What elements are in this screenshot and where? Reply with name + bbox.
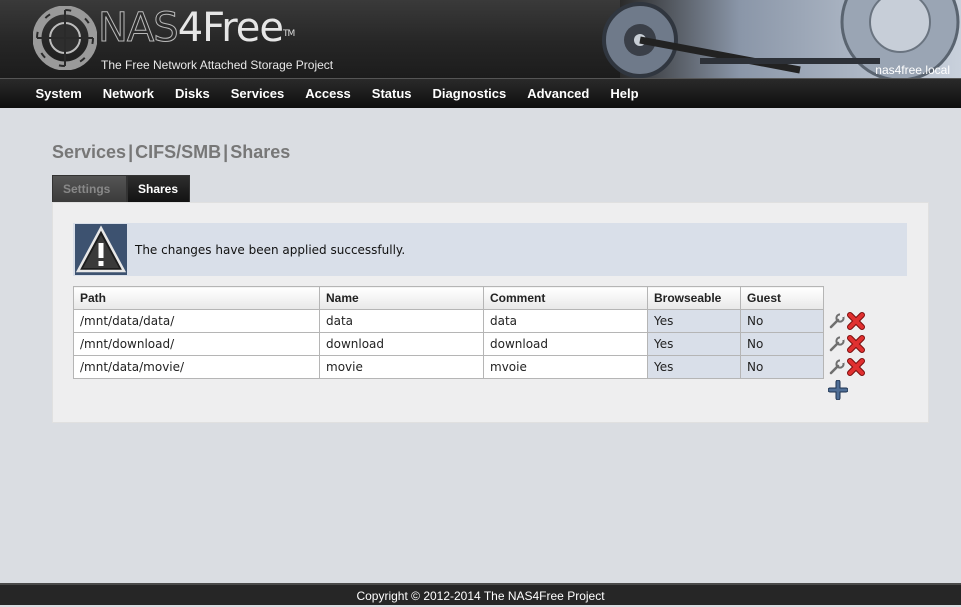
table-header-row: Path Name Comment Browseable Guest	[73, 286, 873, 310]
delete-x-icon[interactable]	[846, 311, 866, 331]
brand-wordmark: NAS4FreeTM	[98, 5, 296, 52]
cell-name: download	[319, 332, 484, 356]
header-actions	[824, 287, 873, 310]
cell-comment: download	[483, 332, 648, 356]
tab-bar: Settings Shares	[52, 175, 190, 203]
cell-comment: data	[483, 309, 648, 333]
nav-system[interactable]: System	[25, 79, 92, 108]
cell-path: /mnt/download/	[73, 332, 320, 356]
nas4free-logo-icon	[33, 6, 97, 70]
main-nav: System Network Disks Services Access Sta…	[0, 78, 961, 108]
cell-browseable: Yes	[647, 332, 741, 356]
page-title: Services | CIFS/SMB | Shares	[52, 142, 290, 163]
cell-guest: No	[740, 355, 824, 379]
cell-browseable: Yes	[647, 309, 741, 333]
title-separator: |	[223, 142, 229, 162]
row-actions	[824, 310, 873, 333]
header-guest: Guest	[740, 286, 824, 310]
row-actions	[824, 356, 873, 379]
cell-path: /mnt/data/data/	[73, 309, 320, 333]
tab-shares[interactable]: Shares	[127, 175, 190, 203]
alert-message: The changes have been applied successful…	[135, 243, 406, 257]
header-browseable: Browseable	[647, 286, 741, 310]
title-cifs-smb: CIFS/SMB	[135, 142, 222, 162]
header-name: Name	[319, 286, 484, 310]
wrench-icon[interactable]	[828, 312, 846, 330]
title-services: Services	[52, 142, 127, 162]
delete-x-icon[interactable]	[846, 334, 866, 354]
cell-guest: No	[740, 309, 824, 333]
nav-help[interactable]: Help	[600, 79, 649, 108]
shares-table: Path Name Comment Browseable Guest /mnt/…	[73, 286, 873, 401]
tab-settings[interactable]: Settings	[52, 175, 127, 203]
wrench-icon[interactable]	[828, 335, 846, 353]
nav-access[interactable]: Access	[295, 79, 362, 108]
nav-services[interactable]: Services	[220, 79, 295, 108]
add-actions	[824, 379, 873, 402]
plus-icon[interactable]	[827, 379, 848, 400]
wrench-icon[interactable]	[828, 358, 846, 376]
footer: Copyright © 2012-2014 The NAS4Free Proje…	[0, 583, 961, 605]
cell-comment: mvoie	[483, 355, 648, 379]
table-row: /mnt/data/movie/ movie mvoie Yes No	[73, 355, 873, 379]
header: NAS4FreeTM The Free Network Attached Sto…	[0, 0, 961, 78]
add-row	[74, 379, 873, 402]
header-path: Path	[73, 286, 320, 310]
cell-name: data	[319, 309, 484, 333]
title-shares: Shares	[230, 142, 291, 162]
cell-name: movie	[319, 355, 484, 379]
nav-disks[interactable]: Disks	[165, 79, 221, 108]
nav-advanced[interactable]: Advanced	[517, 79, 600, 108]
row-actions	[824, 333, 873, 356]
nav-diagnostics[interactable]: Diagnostics	[422, 79, 517, 108]
warning-icon	[75, 224, 127, 275]
table-row: /mnt/download/ download download Yes No	[73, 332, 873, 356]
cell-path: /mnt/data/movie/	[73, 355, 320, 379]
title-separator: |	[128, 142, 134, 162]
tagline: The Free Network Attached Storage Projec…	[101, 58, 334, 72]
cell-browseable: Yes	[647, 355, 741, 379]
nav-status[interactable]: Status	[361, 79, 422, 108]
table-row: /mnt/data/data/ data data Yes No	[73, 309, 873, 333]
success-alert: The changes have been applied successful…	[73, 223, 907, 276]
header-comment: Comment	[483, 286, 648, 310]
hostname: nas4free.local	[875, 63, 950, 77]
delete-x-icon[interactable]	[846, 357, 866, 377]
content-panel: The changes have been applied successful…	[52, 202, 929, 423]
nav-network[interactable]: Network	[92, 79, 164, 108]
cell-guest: No	[740, 332, 824, 356]
